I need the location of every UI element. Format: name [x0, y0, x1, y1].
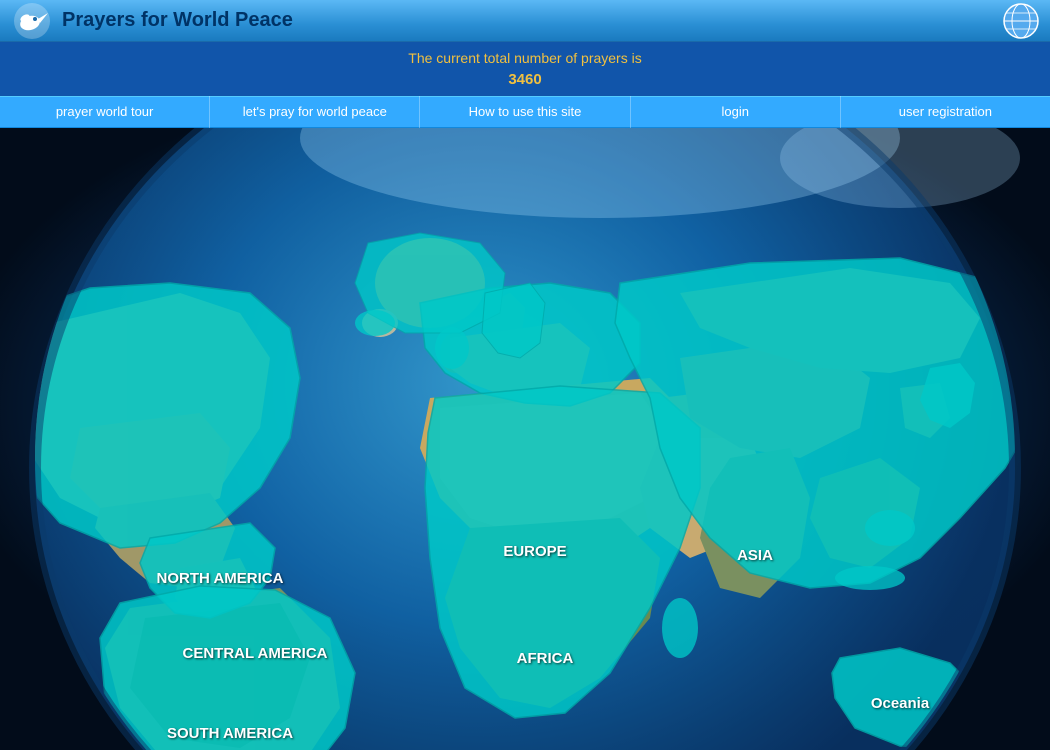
nav-user-registration[interactable]: user registration [841, 96, 1050, 128]
british-isles-region[interactable] [435, 327, 469, 369]
nav-login[interactable]: login [631, 96, 841, 128]
globe-map[interactable]: NORTH AMERICA CENTRAL AMERICA SOUTH AMER… [0, 128, 1050, 750]
south-america-region[interactable] [100, 586, 355, 750]
prayer-banner: The current total number of prayers is 3… [0, 42, 1050, 96]
se-asia-islands[interactable] [865, 510, 915, 546]
nav-how-to-use[interactable]: How to use this site [420, 96, 630, 128]
nav-prayer-world-tour[interactable]: prayer world tour [0, 96, 210, 128]
madagascar-region[interactable] [662, 598, 698, 658]
header: Prayers for World Peace [0, 0, 1050, 42]
prayer-count: 3460 [0, 69, 1050, 92]
continent-highlights[interactable] [5, 233, 1040, 750]
site-title: Prayers for World Peace [62, 9, 1002, 32]
navigation: prayer world tour let's pray for world p… [0, 96, 1050, 128]
logo-icon [10, 1, 54, 41]
map-area: NORTH AMERICA CENTRAL AMERICA SOUTH AMER… [0, 128, 1050, 750]
iceland-region[interactable] [355, 310, 395, 336]
globe-icon [1002, 2, 1040, 40]
nav-lets-pray[interactable]: let's pray for world peace [210, 96, 420, 128]
indonesia-region[interactable] [835, 566, 905, 590]
prayer-banner-line1: The current total number of prayers is [0, 48, 1050, 69]
